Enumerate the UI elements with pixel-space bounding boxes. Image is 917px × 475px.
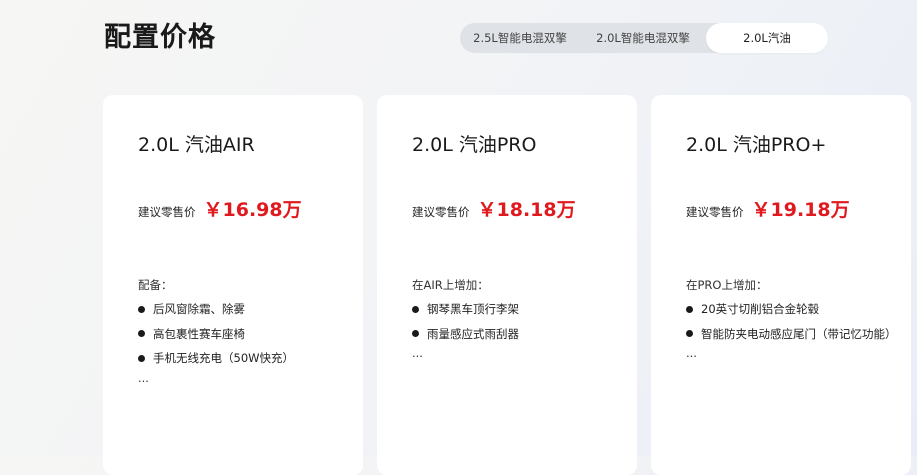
feature-text: 高包裹性赛车座椅 <box>153 326 245 341</box>
price-row: 建议零售价 ￥16.98万 <box>138 195 302 222</box>
list-item: 钢琴黑车顶行李架 <box>412 297 519 322</box>
list-item: 手机无线充电（50W快充） <box>138 346 294 371</box>
price-label: 建议零售价 <box>138 205 196 219</box>
tab-20l-gasoline[interactable]: 2.0L汽油 <box>706 23 828 53</box>
trim-card-pro: 2.0L 汽油PRO 建议零售价 ￥18.18万 在AIR上增加： 钢琴黑车顶行… <box>377 95 637 475</box>
tab-20l-hybrid[interactable]: 2.0L智能电混双擎 <box>580 23 706 53</box>
bullet-icon <box>138 354 145 362</box>
list-item: 智能防夹电动感应尾门（带记忆功能） <box>686 322 897 347</box>
feature-text: 智能防夹电动感应尾门（带记忆功能） <box>701 326 897 341</box>
price-label: 建议零售价 <box>686 205 744 219</box>
list-item: 后风窗除霜、除雾 <box>138 297 294 322</box>
bullet-icon <box>686 305 693 313</box>
features-heading: 在PRO上增加： <box>686 278 768 292</box>
bullet-icon <box>138 305 145 313</box>
bullet-icon <box>686 330 693 338</box>
price-value: ￥16.98万 <box>203 199 302 221</box>
feature-list: 20英寸切削铝合金轮毂 智能防夹电动感应尾门（带记忆功能） ... <box>686 297 897 366</box>
bullet-icon <box>412 305 419 313</box>
list-item: 雨量感应式雨刮器 <box>412 322 519 347</box>
trim-name: 2.0L 汽油PRO <box>412 134 537 156</box>
feature-list: 钢琴黑车顶行李架 雨量感应式雨刮器 ... <box>412 297 519 366</box>
feature-text: 20英寸切削铝合金轮毂 <box>701 302 820 317</box>
price-row: 建议零售价 ￥19.18万 <box>686 195 850 222</box>
trim-name: 2.0L 汽油AIR <box>138 134 255 156</box>
bullet-icon <box>412 330 419 338</box>
list-item: 20英寸切削铝合金轮毂 <box>686 297 897 322</box>
feature-list: 后风窗除霜、除雾 高包裹性赛车座椅 手机无线充电（50W快充） ... <box>138 297 294 391</box>
more-ellipsis: ... <box>138 370 149 385</box>
features-heading: 在AIR上增加： <box>412 278 489 292</box>
powertrain-tabs: 2.5L智能电混双擎 2.0L智能电混双擎 2.0L汽油 <box>460 23 828 53</box>
more-ellipsis: ... <box>686 346 697 360</box>
price-row: 建议零售价 ￥18.18万 <box>412 195 576 222</box>
price-value: ￥19.18万 <box>751 199 850 221</box>
features-heading: 配备： <box>138 278 173 292</box>
feature-text: 手机无线充电（50W快充） <box>153 351 295 366</box>
list-item: 高包裹性赛车座椅 <box>138 322 294 347</box>
feature-text: 后风窗除霜、除雾 <box>153 302 245 317</box>
trim-name: 2.0L 汽油PRO+ <box>686 134 827 156</box>
page-title: 配置价格 <box>104 22 216 53</box>
feature-text: 雨量感应式雨刮器 <box>427 326 519 341</box>
bullet-icon <box>138 330 145 338</box>
trim-card-pro-plus: 2.0L 汽油PRO+ 建议零售价 ￥19.18万 在PRO上增加： 20英寸切… <box>651 95 911 475</box>
more-ellipsis: ... <box>412 346 423 360</box>
trim-card-air: 2.0L 汽油AIR 建议零售价 ￥16.98万 配备： 后风窗除霜、除雾 高包… <box>103 95 363 475</box>
price-value: ￥18.18万 <box>477 199 576 221</box>
feature-text: 钢琴黑车顶行李架 <box>427 302 519 317</box>
tab-25l-hybrid[interactable]: 2.5L智能电混双擎 <box>460 23 580 53</box>
price-label: 建议零售价 <box>412 205 470 219</box>
